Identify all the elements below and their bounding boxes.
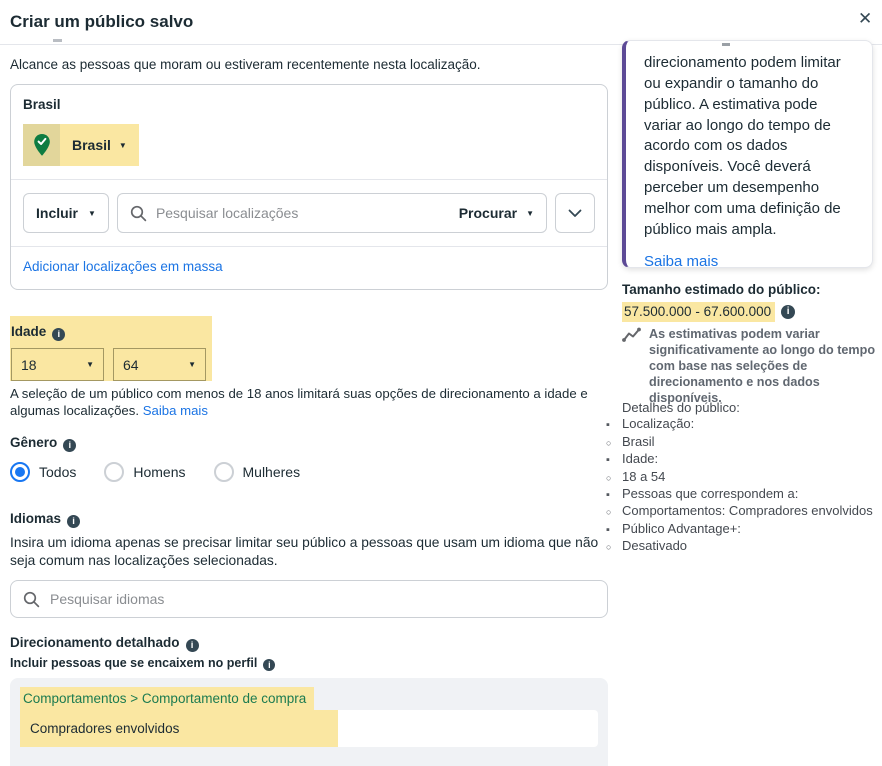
square-bullet-icon <box>606 416 622 433</box>
info-icon[interactable]: i <box>67 515 80 528</box>
radio-icon <box>104 462 124 482</box>
age-warning-text: A seleção de um público com menos de 18 … <box>10 386 610 420</box>
audience-detail-item: Pessoas que correspondem a: <box>606 486 878 503</box>
age-learn-more-link[interactable]: Saiba mais <box>143 403 208 418</box>
targeting-selected-item[interactable]: Compradores envolvidos <box>20 710 598 747</box>
circle-bullet-icon <box>606 538 622 555</box>
square-bullet-icon <box>606 486 622 503</box>
radio-icon <box>214 462 234 482</box>
age-label: Idade <box>11 324 46 339</box>
gender-option-homens[interactable]: Homens <box>104 462 185 482</box>
search-icon <box>130 205 147 222</box>
browse-dropdown-button[interactable]: Procurar ▼ <box>459 205 534 221</box>
circle-bullet-icon <box>606 434 622 451</box>
divider <box>11 246 607 247</box>
square-bullet-icon <box>606 451 622 468</box>
estimate-range: 57.500.000 - 67.600.000 <box>622 302 775 322</box>
age-min-dropdown[interactable]: 18 ▼ <box>11 348 104 381</box>
audience-detail-item: Público Advantage+: <box>606 521 878 538</box>
bulk-add-locations-link[interactable]: Adicionar localizações em massa <box>23 259 223 274</box>
circle-bullet-icon <box>606 469 622 486</box>
audience-details-title: Detalhes do público: <box>606 400 878 416</box>
caret-down-icon: ▼ <box>86 360 94 369</box>
estimate-range-row: 57.500.000 - 67.600.000 i <box>622 302 795 322</box>
audience-detail-item: Brasil <box>606 434 878 451</box>
info-icon[interactable]: i <box>781 305 795 319</box>
location-intro-text: Alcance as pessoas que moram ou estivera… <box>10 57 481 72</box>
location-search-field: Procurar ▼ <box>117 193 547 233</box>
search-icon <box>23 591 40 608</box>
location-search-input[interactable] <box>156 205 450 221</box>
gender-option-todos[interactable]: Todos <box>10 462 76 482</box>
gender-radio-group: Todos Homens Mulheres <box>10 462 300 482</box>
dialog-title: Criar um público salvo <box>10 12 193 32</box>
include-dropdown-button[interactable]: Incluir ▼ <box>23 193 109 233</box>
gender-option-mulheres[interactable]: Mulheres <box>214 462 301 482</box>
circle-bullet-icon <box>606 503 622 520</box>
caret-down-icon: ▼ <box>119 141 139 150</box>
age-max-dropdown[interactable]: 64 ▼ <box>113 348 206 381</box>
detailed-targeting-panel: Comportamentos > Comportamento de compra… <box>10 678 608 766</box>
languages-description: Insira um idioma apenas se precisar limi… <box>10 534 610 570</box>
detailed-targeting-include-label: Incluir pessoas que se encaixem no perfi… <box>10 656 275 671</box>
trend-line-icon <box>622 327 641 343</box>
audience-definition-tooltip: direcionamento podem limitar ou expandir… <box>622 40 873 268</box>
detailed-targeting-label: Direcionamento detalhadoi <box>10 634 199 652</box>
targeting-breadcrumb[interactable]: Comportamentos > Comportamento de compra <box>20 687 314 710</box>
expand-locations-button[interactable] <box>555 193 595 233</box>
selected-location-label: Brasil <box>60 124 119 166</box>
cropped-text-artifact <box>53 39 62 42</box>
location-pin-icon <box>23 124 60 166</box>
languages-search-field <box>10 580 608 618</box>
selected-location-chip[interactable]: Brasil ▼ <box>23 124 139 166</box>
tooltip-learn-more-link[interactable]: Saiba mais <box>644 253 718 268</box>
chevron-down-icon <box>568 209 582 218</box>
audience-detail-item: Comportamentos: Compradores envolvidos <box>606 503 878 520</box>
close-icon[interactable]: ✕ <box>858 8 872 30</box>
estimate-note: As estimativas podem variar significativ… <box>622 326 876 407</box>
create-saved-audience-dialog: Criar um público salvo ✕ Alcance as pess… <box>0 0 882 766</box>
audience-details: Detalhes do público: Localização: Brasil… <box>606 400 878 556</box>
divider <box>11 179 607 180</box>
radio-selected-icon <box>10 462 30 482</box>
cropped-text-artifact <box>722 43 730 46</box>
audience-detail-item: 18 a 54 <box>606 469 878 486</box>
info-icon[interactable]: i <box>186 639 199 652</box>
estimate-title: Tamanho estimado do público: <box>622 282 821 297</box>
estimate-note-text: As estimativas podem variar significativ… <box>649 326 876 407</box>
caret-down-icon: ▼ <box>526 209 534 218</box>
caret-down-icon: ▼ <box>88 209 96 218</box>
info-icon[interactable]: i <box>52 328 65 341</box>
locations-panel: Brasil Brasil ▼ Incluir ▼ <box>10 84 608 290</box>
tooltip-text: direcionamento podem limitar ou expandir… <box>644 53 858 241</box>
info-icon[interactable]: i <box>263 659 275 671</box>
age-section: Idadei 18 ▼ 64 ▼ <box>10 316 212 381</box>
audience-detail-item: Desativado <box>606 538 878 555</box>
location-search-row: Incluir ▼ Procurar ▼ <box>23 193 595 233</box>
languages-section-label: Idiomasi <box>10 510 80 528</box>
square-bullet-icon <box>606 521 622 538</box>
age-highlight: Idadei 18 ▼ 64 ▼ <box>10 316 212 381</box>
location-group-label: Brasil <box>23 97 595 112</box>
caret-down-icon: ▼ <box>188 360 196 369</box>
gender-section-label: Gêneroi <box>10 434 76 452</box>
info-icon[interactable]: i <box>63 439 76 452</box>
audience-detail-item: Localização: <box>606 416 878 433</box>
audience-detail-item: Idade: <box>606 451 878 468</box>
languages-search-input[interactable] <box>50 591 595 607</box>
